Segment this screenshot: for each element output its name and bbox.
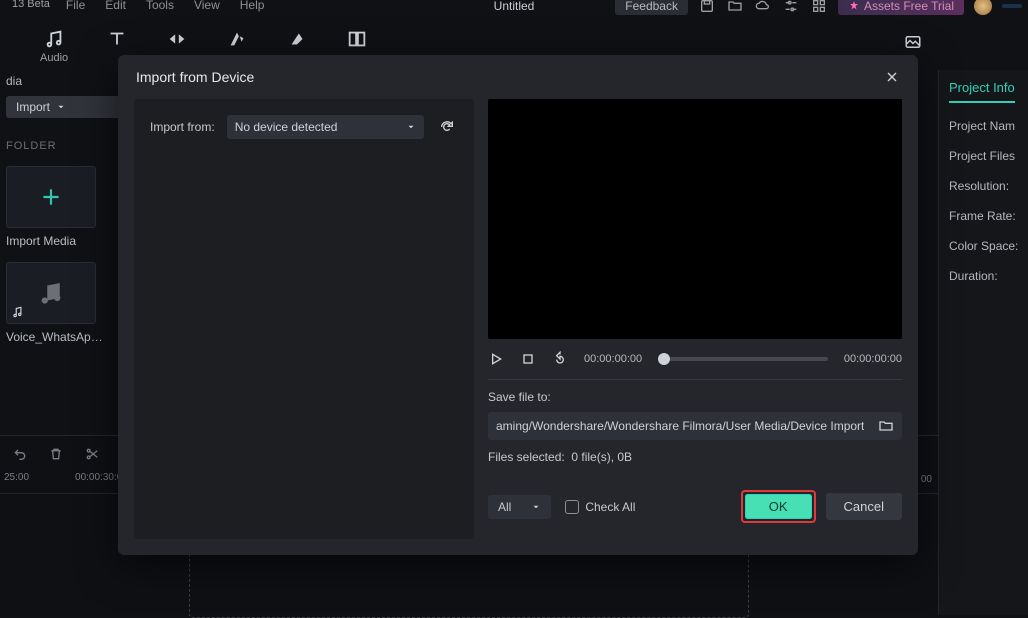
divider: [488, 379, 902, 380]
save-file-to-label: Save file to:: [488, 390, 902, 404]
folder-icon[interactable]: [726, 0, 744, 15]
pi-resolution: Resolution:: [949, 179, 1022, 193]
refresh-icon: [439, 119, 455, 135]
chevron-down-icon: [406, 122, 416, 132]
grid-icon[interactable]: [810, 0, 828, 15]
menu-view[interactable]: View: [184, 0, 230, 12]
avatar[interactable]: [974, 0, 992, 15]
stop-icon: [520, 351, 536, 367]
ok-button[interactable]: OK: [745, 494, 812, 519]
ruler-mark-2: 00:00:30:0: [75, 472, 122, 493]
chevron-down-icon: [531, 502, 541, 512]
time-current: 00:00:00:00: [584, 353, 642, 365]
play-icon: [488, 351, 504, 367]
play-button[interactable]: [488, 351, 504, 367]
feedback-button[interactable]: Feedback: [615, 0, 688, 15]
device-select[interactable]: No device detected: [227, 115, 424, 139]
save-path-value: aming/Wondershare/Wondershare Filmora/Us…: [496, 419, 864, 433]
menu-bar: 13 Beta File Edit Tools View Help Untitl…: [0, 0, 1028, 22]
preview-area: [488, 99, 902, 339]
device-select-value: No device detected: [235, 120, 338, 134]
import-media-tile[interactable]: [6, 166, 96, 228]
delete-icon[interactable]: [48, 446, 64, 462]
app-version-tag: 13 Beta: [6, 0, 56, 10]
import-from-label: Import from:: [150, 120, 215, 134]
project-info-panel: Project Info Project Nam Project Files R…: [938, 70, 1028, 615]
ruler-mark-right: 00: [921, 474, 932, 485]
time-total: 00:00:00:00: [844, 353, 902, 365]
export-button[interactable]: [1002, 4, 1022, 8]
import-button[interactable]: Import: [6, 96, 124, 118]
settings-icon[interactable]: [782, 0, 800, 15]
close-icon: [884, 69, 900, 85]
filter-all-label: All: [498, 500, 511, 514]
ruler-mark-1: 25:00: [4, 472, 29, 493]
cut-icon[interactable]: [84, 446, 100, 462]
save-icon[interactable]: [698, 0, 716, 15]
stop-button[interactable]: [520, 351, 536, 367]
media-thumb-voice[interactable]: [6, 262, 96, 324]
project-info-tab[interactable]: Project Info: [949, 80, 1015, 103]
pi-files: Project Files: [949, 149, 1022, 163]
assets-free-trial-button[interactable]: Assets Free Trial: [838, 0, 964, 15]
cloud-icon[interactable]: [754, 0, 772, 15]
document-title: Untitled: [494, 0, 535, 13]
snapshot-icon[interactable]: [904, 33, 922, 51]
tab-audio[interactable]: Audio: [40, 28, 68, 64]
menu-edit[interactable]: Edit: [95, 0, 136, 12]
dialog-left-pane: Import from: No device detected: [134, 99, 474, 539]
filter-all-select[interactable]: All: [488, 495, 551, 519]
check-all-checkbox[interactable]: Check All: [565, 500, 635, 514]
preview-slider[interactable]: [658, 357, 828, 361]
dialog-right-pane: 00:00:00:00 00:00:00:00 Save file to: am…: [488, 99, 902, 539]
music-small-icon: [11, 305, 25, 319]
menu-file[interactable]: File: [56, 0, 95, 12]
files-selected-label: Files selected:: [488, 450, 565, 464]
replay-button[interactable]: [552, 351, 568, 367]
menu-tools[interactable]: Tools: [136, 0, 184, 12]
pi-duration: Duration:: [949, 269, 1022, 283]
check-all-label: Check All: [585, 500, 635, 514]
close-button[interactable]: [884, 69, 900, 85]
tab-audio-label: Audio: [40, 52, 68, 64]
chevron-down-icon: [56, 102, 66, 112]
dialog-title: Import from Device: [136, 69, 254, 85]
files-selected-value: 0 file(s), 0B: [571, 450, 632, 464]
folder-icon: [878, 418, 894, 434]
pi-name: Project Nam: [949, 119, 1022, 133]
media-thumb-label: Voice_WhatsAp…: [6, 330, 124, 344]
music-note-icon: [36, 278, 66, 308]
menu-help[interactable]: Help: [230, 0, 275, 12]
checkbox-icon: [565, 500, 579, 514]
pi-colorspace: Color Space:: [949, 239, 1022, 253]
browse-folder-button[interactable]: [878, 418, 894, 434]
import-from-device-dialog: Import from Device Import from: No devic…: [118, 55, 918, 555]
undo-icon[interactable]: [12, 446, 28, 462]
folder-header: FOLDER: [6, 140, 124, 152]
pi-framerate: Frame Rate:: [949, 209, 1022, 223]
assets-label: Assets Free Trial: [864, 0, 954, 13]
import-label: Import: [16, 100, 50, 114]
refresh-button[interactable]: [436, 116, 458, 138]
replay-icon: [552, 351, 568, 367]
import-media-label: Import Media: [6, 234, 124, 248]
media-tab-label[interactable]: dia: [6, 74, 22, 88]
cancel-button[interactable]: Cancel: [826, 493, 902, 520]
ok-button-highlight: OK: [741, 490, 816, 523]
